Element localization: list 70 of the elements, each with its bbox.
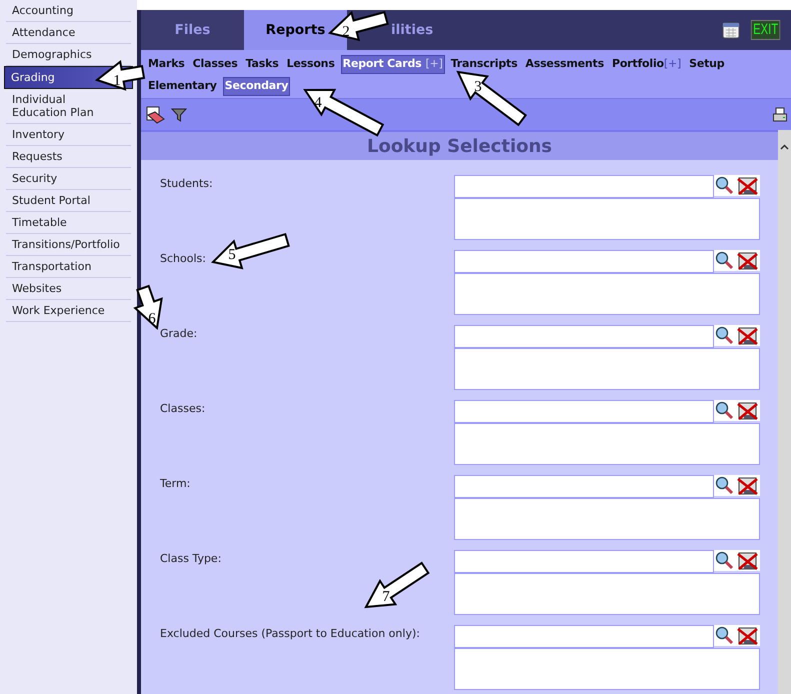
clear-icon[interactable] <box>736 325 760 346</box>
field-label: Term: <box>160 476 190 492</box>
sidebar-item[interactable]: Transitions/Portfolio <box>6 234 131 256</box>
subnav-link[interactable]: Tasks <box>244 55 281 74</box>
exit-button[interactable]: EXIT <box>750 20 780 40</box>
callout-arrow <box>133 284 163 330</box>
filter-icon[interactable] <box>171 106 187 122</box>
clear-icon[interactable] <box>736 175 760 196</box>
clear-icon[interactable] <box>736 400 760 421</box>
subnav-link[interactable]: Elementary <box>146 77 219 96</box>
scrollbar[interactable] <box>778 130 791 694</box>
callout-arrow <box>364 562 430 608</box>
calendar-icon[interactable] <box>722 22 740 38</box>
search-icon[interactable] <box>714 400 736 421</box>
callout-number: 3 <box>474 79 482 95</box>
clear-icon[interactable] <box>736 625 760 646</box>
sidebar-item[interactable]: Inventory <box>6 124 131 146</box>
sidebar-item[interactable]: Requests <box>6 146 131 168</box>
tab[interactable]: Files <box>141 10 244 50</box>
callout-number: 7 <box>382 589 390 605</box>
sidebar-item[interactable]: Accounting <box>6 4 131 22</box>
callout-number: 5 <box>228 247 236 263</box>
sidebar-item[interactable]: Timetable <box>6 212 131 234</box>
subnav-link[interactable]: Portfolio[+] <box>610 55 684 74</box>
printer-icon[interactable] <box>773 106 787 122</box>
sidebar-item[interactable]: Individual Education Plan <box>6 89 131 124</box>
search-icon[interactable] <box>714 250 736 271</box>
subnav-link[interactable]: Report Cards [+] <box>340 55 445 74</box>
sidebar-item[interactable]: Work Experience <box>6 300 131 322</box>
subnav-link[interactable]: Transcripts <box>448 55 520 74</box>
search-icon[interactable] <box>714 550 736 571</box>
field-label: Class Type: <box>160 551 222 567</box>
sidebar-item[interactable]: Transportation <box>6 256 131 278</box>
lookup-input[interactable] <box>454 625 714 648</box>
field-label: Excluded Courses (Passport to Education only): <box>160 626 420 642</box>
callout-arrow <box>328 10 389 42</box>
subnav-link[interactable]: Marks <box>146 55 187 74</box>
lookup-input[interactable] <box>454 250 714 273</box>
field-label: Students: <box>160 176 213 192</box>
subnav-link[interactable]: Classes <box>190 55 240 74</box>
callout-arrow <box>94 60 146 91</box>
search-icon[interactable] <box>714 625 736 646</box>
field-label: Schools: <box>160 251 206 267</box>
search-icon[interactable] <box>714 175 736 196</box>
callout-number: 1 <box>113 73 121 89</box>
eraser-icon[interactable] <box>145 106 167 124</box>
subnav-link[interactable]: Secondary <box>222 77 290 96</box>
clear-icon[interactable] <box>736 250 760 271</box>
sidebar-item[interactable]: Student Portal <box>6 190 131 212</box>
tab[interactable]: ilities <box>389 10 436 50</box>
lookup-input[interactable] <box>454 475 714 498</box>
clear-icon[interactable] <box>736 550 760 571</box>
scroll-up-icon[interactable] <box>780 144 789 150</box>
subnav-link[interactable]: Setup <box>687 55 726 74</box>
lookup-input[interactable] <box>454 325 714 348</box>
search-icon[interactable] <box>714 475 736 496</box>
lookup-input[interactable] <box>454 400 714 423</box>
lookup-input[interactable] <box>454 175 714 198</box>
subnav-link[interactable]: Lessons <box>284 55 337 74</box>
field-label: Grade: <box>160 326 198 342</box>
sidebar-item[interactable]: Attendance <box>6 22 131 44</box>
field-label: Classes: <box>160 401 206 417</box>
lookup-input[interactable] <box>454 550 714 573</box>
panel-title: Lookup Selections <box>366 134 552 158</box>
clear-icon[interactable] <box>736 475 760 496</box>
callout-arrow <box>456 70 527 126</box>
sidebar-item[interactable]: Security <box>6 168 131 190</box>
subnav-link[interactable]: Assessments <box>523 55 606 74</box>
search-icon[interactable] <box>714 325 736 346</box>
sidebar-item[interactable]: Websites <box>6 278 131 300</box>
